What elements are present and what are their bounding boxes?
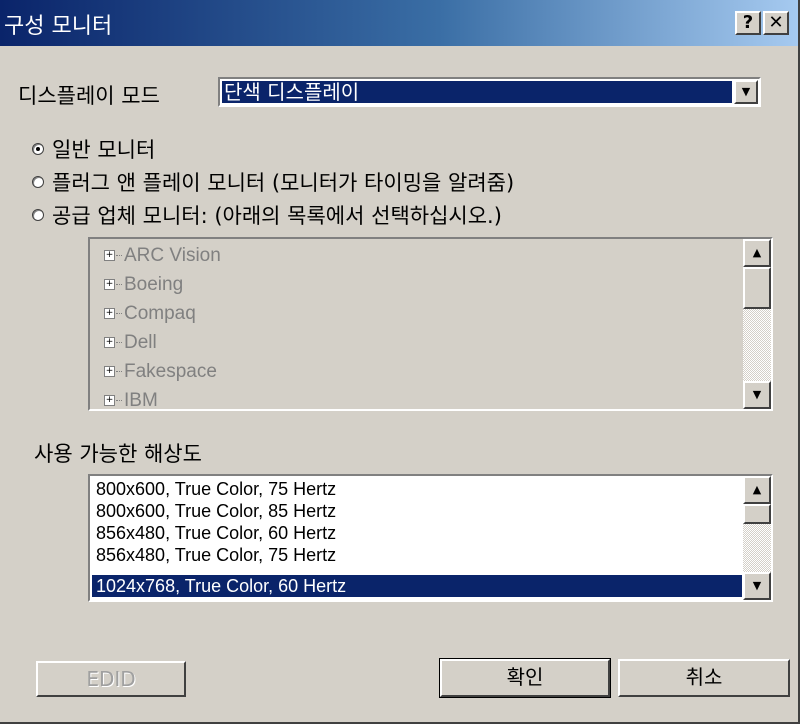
tree-item-label: IBM bbox=[124, 389, 158, 411]
scroll-up-icon[interactable]: ▲ bbox=[743, 476, 771, 504]
window-title: 구성 모니터 bbox=[4, 14, 113, 39]
configure-monitor-dialog: 구성 모니터 ? ✕ 디스플레이 모드 단색 디스플레이 ▼ 일반 모니터 플러… bbox=[0, 0, 800, 724]
expand-icon[interactable]: + bbox=[104, 250, 115, 261]
radio-standard-monitor[interactable]: 일반 모니터 bbox=[32, 135, 155, 163]
radio-label: 일반 모니터 bbox=[52, 138, 156, 162]
tree-item[interactable]: + ARC Vision bbox=[104, 241, 221, 270]
scroll-thumb[interactable] bbox=[743, 267, 771, 309]
available-resolutions-label: 사용 가능한 해상도 bbox=[34, 442, 202, 466]
scroll-down-icon[interactable]: ▼ bbox=[743, 572, 771, 600]
radio-plug-and-play-monitor[interactable]: 플러그 앤 플레이 모니터 (모니터가 타이밍을 알려줌) bbox=[32, 168, 514, 196]
radio-button[interactable] bbox=[32, 209, 44, 221]
radio-button[interactable] bbox=[32, 176, 44, 188]
cancel-button[interactable]: 취소 bbox=[618, 659, 790, 697]
expand-icon[interactable]: + bbox=[104, 337, 115, 348]
edid-button[interactable]: EDID bbox=[36, 661, 186, 697]
ok-button[interactable]: 확인 bbox=[439, 658, 611, 698]
scroll-thumb[interactable] bbox=[743, 504, 771, 524]
tree-item-label: Compaq bbox=[124, 302, 196, 324]
scroll-down-icon[interactable]: ▼ bbox=[743, 381, 771, 409]
list-item[interactable]: 800x600, True Color, 75 Hertz bbox=[92, 478, 742, 500]
tree-item-label: Fakespace bbox=[124, 360, 217, 382]
tree-item[interactable]: + Fakespace bbox=[104, 357, 217, 386]
tree-item-label: Dell bbox=[124, 331, 157, 353]
title-bar: 구성 모니터 ? ✕ bbox=[0, 0, 798, 46]
radio-label: 플러그 앤 플레이 모니터 (모니터가 타이밍을 알려줌) bbox=[52, 171, 515, 195]
display-mode-value: 단색 디스플레이 bbox=[221, 80, 733, 104]
expand-icon[interactable]: + bbox=[104, 308, 115, 319]
tree-item[interactable]: + IBM bbox=[104, 386, 158, 411]
list-item[interactable]: 800x600, True Color, 85 Hertz bbox=[92, 500, 742, 522]
help-button[interactable]: ? bbox=[735, 11, 761, 35]
expand-icon[interactable]: + bbox=[104, 395, 115, 406]
tree-item-label: ARC Vision bbox=[124, 244, 221, 266]
tree-item[interactable]: + Compaq bbox=[104, 299, 196, 328]
radio-button-checked[interactable] bbox=[32, 143, 44, 155]
resolution-list-scrollbar[interactable]: ▲ ▼ bbox=[743, 476, 771, 600]
display-mode-select[interactable]: 단색 디스플레이 ▼ bbox=[218, 77, 761, 107]
close-button[interactable]: ✕ bbox=[763, 11, 789, 35]
radio-label: 공급 업체 모니터: (아래의 목록에서 선택하십시오.) bbox=[52, 204, 502, 228]
list-item[interactable]: 856x480, True Color, 75 Hertz bbox=[92, 544, 742, 566]
vendor-list-scrollbar[interactable]: ▲ ▼ bbox=[743, 239, 771, 409]
resolution-list[interactable]: 800x600, True Color, 75 Hertz 800x600, T… bbox=[88, 474, 773, 602]
expand-icon[interactable]: + bbox=[104, 366, 115, 377]
vendor-tree-list[interactable]: + ARC Vision + Boeing + Compaq + Dell + … bbox=[88, 237, 773, 411]
expand-icon[interactable]: + bbox=[104, 279, 115, 290]
tree-item[interactable]: + Dell bbox=[104, 328, 157, 357]
list-item[interactable]: 856x480, True Color, 60 Hertz bbox=[92, 522, 742, 544]
list-item-selected[interactable]: 1024x768, True Color, 60 Hertz bbox=[92, 575, 742, 597]
tree-item-label: Boeing bbox=[124, 273, 184, 295]
display-mode-label: 디스플레이 모드 bbox=[18, 84, 160, 108]
radio-vendor-monitor[interactable]: 공급 업체 모니터: (아래의 목록에서 선택하십시오.) bbox=[32, 201, 502, 229]
dropdown-arrow-icon[interactable]: ▼ bbox=[734, 80, 758, 104]
scroll-up-icon[interactable]: ▲ bbox=[743, 239, 771, 267]
tree-item[interactable]: + Boeing bbox=[104, 270, 183, 299]
